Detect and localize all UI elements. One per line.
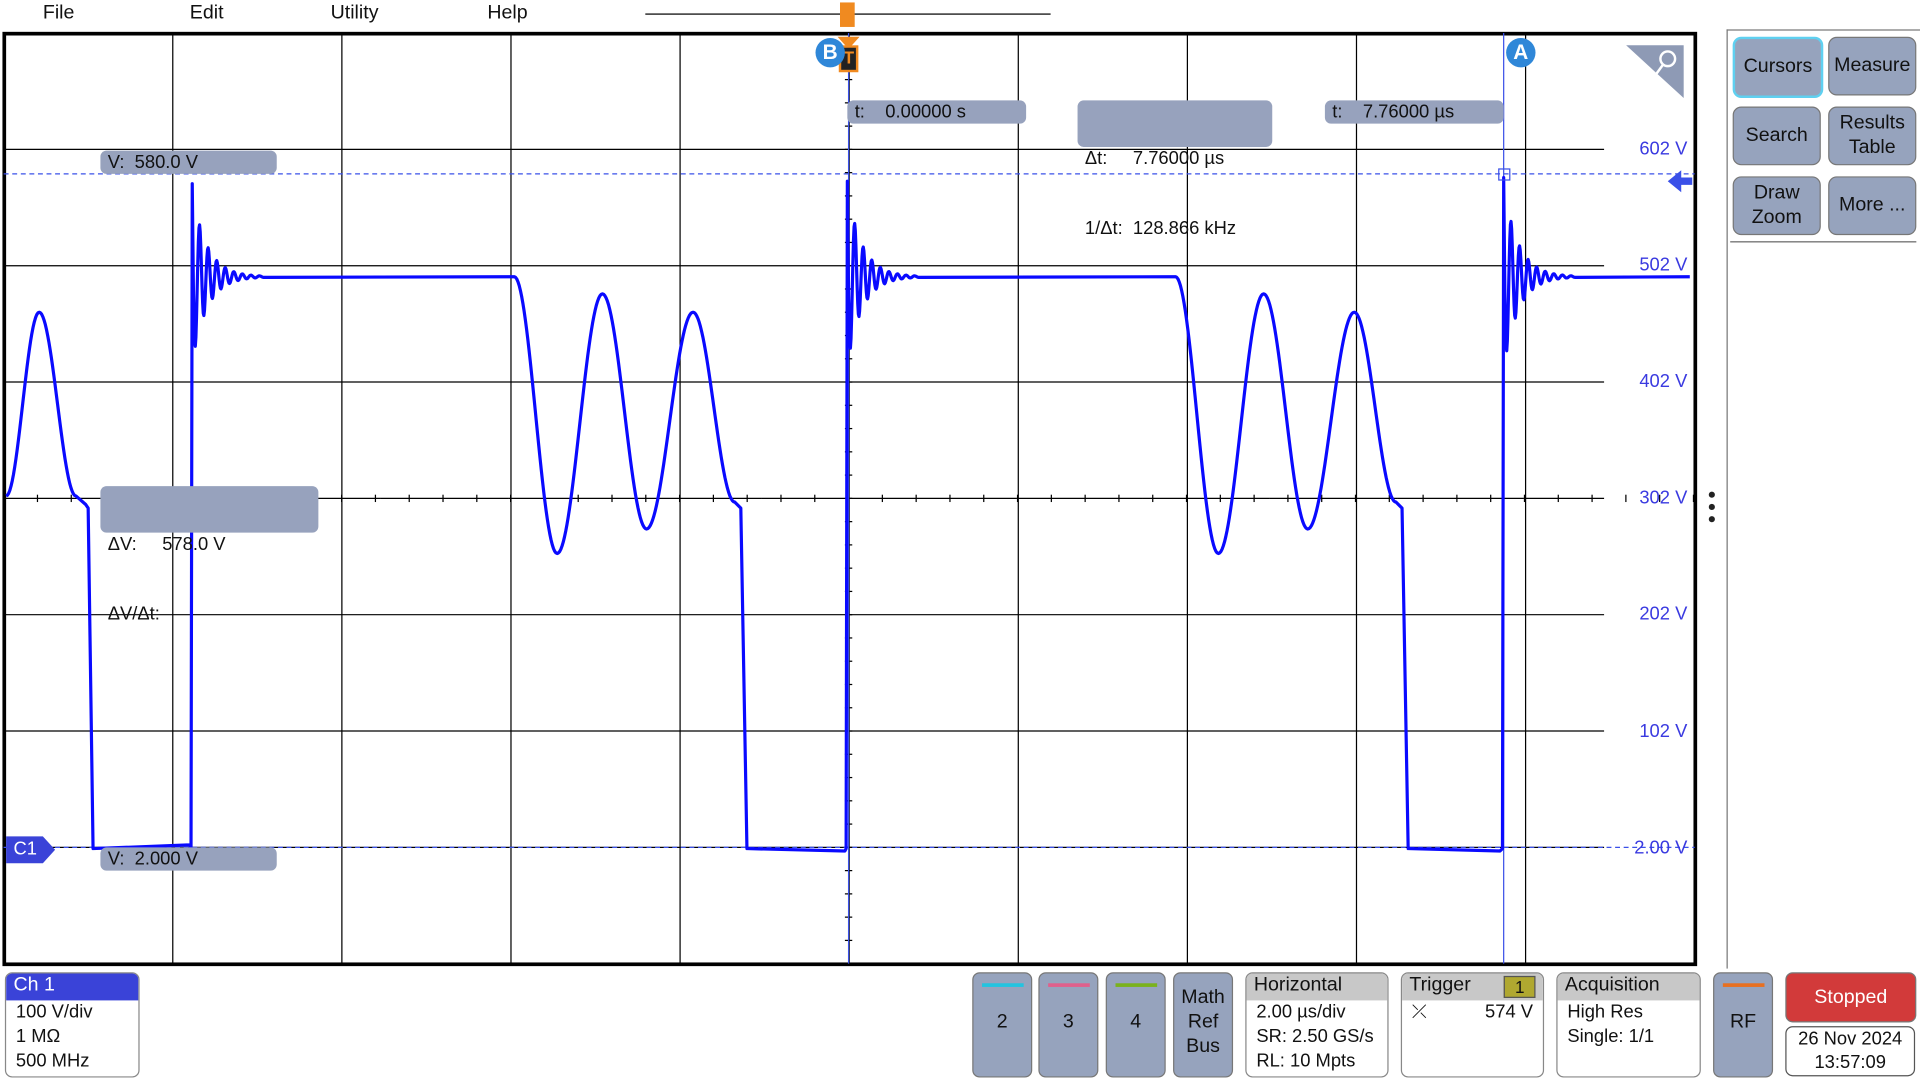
cursor-a-voltage-readout: V: 580.0 V: [100, 150, 277, 174]
cursor-a-badge[interactable]: A: [1506, 37, 1536, 68]
sample-rate: SR: 2.50 GS/s: [1256, 1026, 1374, 1047]
horizontal-badge[interactable]: Horizontal 2.00 µs/div SR: 2.50 GS/s RL:…: [1245, 972, 1389, 1078]
scale-label: 602 V: [1639, 138, 1688, 160]
search-button[interactable]: Search: [1732, 106, 1821, 166]
time: 13:57:09: [1814, 1051, 1886, 1073]
cursors-button[interactable]: Cursors: [1732, 36, 1824, 98]
more-dots-icon[interactable]: [1708, 491, 1715, 498]
delta-v: ΔV: 578.0 V: [107, 533, 226, 555]
results-table-button[interactable]: Results Table: [1828, 106, 1917, 166]
cursor-b-time-readout: t: 0.00000 s: [847, 100, 1027, 124]
date-time-display[interactable]: 26 Nov 2024 13:57:09: [1785, 1026, 1916, 1077]
delta-v-per-t: ΔV/Δt:: [107, 603, 160, 625]
scale-label: 302 V: [1639, 487, 1688, 509]
inverse-delta-t: 1/Δt: 128.866 kHz: [1084, 217, 1237, 239]
channel-4-label: 4: [1130, 1011, 1142, 1033]
trigger-label: T: [843, 47, 855, 68]
channel-1-badge[interactable]: Ch 1 100 V/div 1 MΩ 500 MHz: [4, 972, 140, 1078]
side-panel-divider: [1730, 241, 1917, 243]
scale-label: 202 V: [1639, 603, 1688, 625]
bus-label: Bus: [1186, 1035, 1220, 1057]
channel-1-impedance: 1 MΩ: [15, 1026, 61, 1047]
scale-label: 2.00 V: [1634, 837, 1688, 859]
trigger-title: Trigger: [1409, 974, 1471, 996]
acquisition-badge[interactable]: Acquisition High Res Single: 1/1: [1556, 972, 1701, 1078]
cursor-b-badge[interactable]: B: [815, 37, 845, 68]
channel-3-button[interactable]: 3: [1038, 972, 1099, 1078]
delta-t-readout: Δt: 7.76000 µs 1/Δt: 128.866 kHz: [1077, 100, 1273, 239]
channel-3-label: 3: [1062, 1011, 1074, 1033]
horizontal-title: Horizontal: [1246, 973, 1388, 1001]
channel-1-title: Ch 1: [6, 973, 139, 1001]
channel-2-color: [981, 983, 1024, 987]
run-stop-button[interactable]: Stopped: [1785, 972, 1917, 1023]
channel-3-color: [1047, 983, 1090, 987]
math-label: Math: [1181, 986, 1225, 1008]
channel-4-button[interactable]: 4: [1105, 972, 1166, 1078]
channel-2-button[interactable]: 2: [972, 972, 1033, 1078]
date: 26 Nov 2024: [1798, 1028, 1903, 1050]
edge-trigger-icon: ⤫: [1411, 1001, 1427, 1023]
rf-color: [1722, 983, 1764, 987]
channel-2-label: 2: [996, 1011, 1008, 1033]
trigger-badge[interactable]: Trigger 1 ⤫ 574 V: [1400, 972, 1545, 1078]
math-ref-bus-button[interactable]: Math Ref Bus: [1173, 972, 1234, 1078]
trigger-source: 1: [1503, 975, 1536, 998]
side-panel: [1726, 29, 1920, 969]
horizontal-scale: 2.00 µs/div: [1256, 1001, 1346, 1023]
more-button[interactable]: More ...: [1828, 176, 1917, 236]
scale-label: 402 V: [1639, 371, 1688, 392]
channel-1-marker-label: C1: [13, 838, 37, 860]
ref-label: Ref: [1187, 1011, 1219, 1033]
acquisition-title: Acquisition: [1557, 973, 1700, 1001]
rf-label: RF: [1729, 1011, 1757, 1033]
channel-1-scale: 100 V/div: [15, 1001, 93, 1023]
acquisition-mode: High Res: [1567, 1001, 1643, 1023]
cursor-b-voltage-readout: V: 2.000 V: [100, 847, 277, 871]
trigger-level: 574 V: [1485, 1001, 1534, 1023]
delta-v-readout: ΔV: 578.0 V ΔV/Δt:: [100, 486, 319, 624]
record-length: RL: 10 Mpts: [1256, 1050, 1356, 1072]
channel-4-color: [1114, 983, 1157, 987]
zoom-icon[interactable]: [1626, 45, 1684, 98]
scale-label: 502 V: [1639, 254, 1688, 276]
acquisition-count: Single: 1/1: [1567, 1026, 1655, 1047]
draw-zoom-button[interactable]: Draw Zoom: [1732, 176, 1821, 236]
rf-button[interactable]: RF: [1713, 972, 1774, 1078]
measure-button[interactable]: Measure: [1828, 36, 1917, 96]
delta-t: Δt: 7.76000 µs: [1084, 148, 1225, 169]
cursor-a-time-readout: t: 7.76000 µs: [1324, 100, 1504, 124]
channel-1-bandwidth: 500 MHz: [15, 1050, 90, 1072]
scale-label: 102 V: [1639, 721, 1688, 743]
